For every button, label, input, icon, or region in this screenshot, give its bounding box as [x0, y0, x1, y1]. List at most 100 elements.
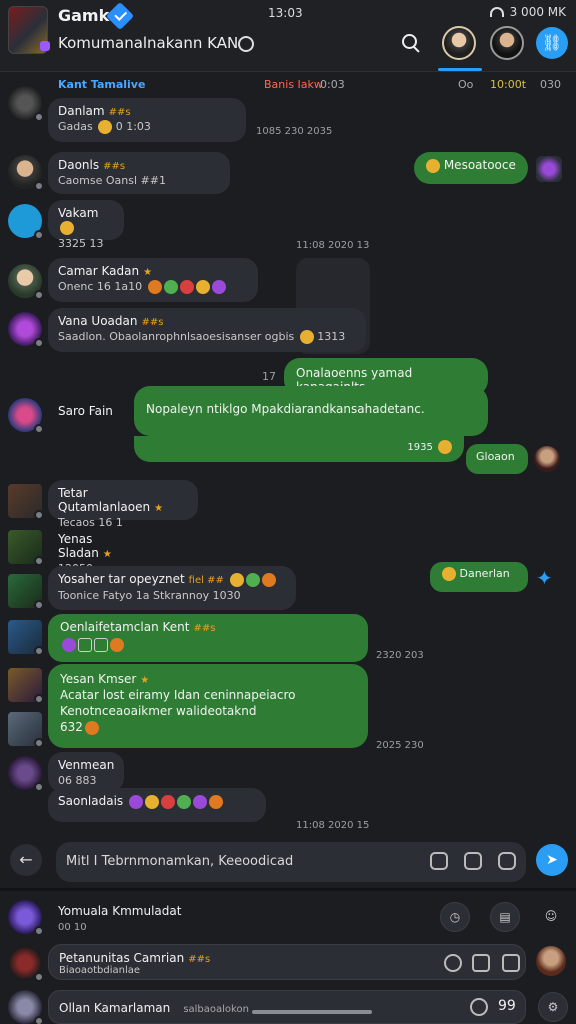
message-bubble[interactable]: Daonls ##s Caomse Oansl ##1	[48, 152, 230, 194]
link-icon[interactable]: ⛓	[536, 27, 568, 59]
outgoing-bubble[interactable]: Danerlan	[430, 562, 528, 592]
avatar[interactable]	[8, 312, 44, 348]
message-icon[interactable]	[472, 954, 490, 972]
avatar[interactable]	[8, 484, 44, 520]
outgoing-bubble[interactable]: Gloaon	[466, 444, 528, 474]
avatar[interactable]	[8, 712, 44, 748]
emoji-icon	[261, 572, 276, 587]
verified-badge-icon	[105, 1, 135, 31]
back-arrow-icon[interactable]: ←	[10, 844, 42, 876]
emoji-icon	[209, 794, 223, 809]
chat-title[interactable]: Komumanalnakann KAN	[58, 34, 238, 52]
emoji-icon	[438, 440, 452, 454]
message-bubble[interactable]: Vana Uoadan ##s Saadlon. Obaolanrophnlsao…	[48, 308, 366, 352]
sticker-icon[interactable]	[536, 156, 562, 182]
message-number: 0	[115, 120, 123, 133]
settings-icon[interactable]: ⚙	[538, 992, 568, 1022]
message-text: Nopaleyn ntiklgo Mpakdiarandkansahadetan…	[146, 402, 425, 416]
message-bubble[interactable]: Danlam ##s Gadas 0 1:03	[48, 98, 246, 142]
emoji-icon	[442, 567, 456, 581]
emoji-icon	[426, 158, 440, 173]
channel-info-strip: Kant Tamalive Banis Iakw 0:03 Oo 10:00t …	[0, 78, 576, 96]
wifi-icon	[489, 7, 504, 17]
search-icon[interactable]	[402, 34, 420, 52]
divider	[0, 888, 576, 891]
strip-stat: Oo	[458, 78, 474, 91]
emoji-icon	[211, 280, 226, 294]
message-text: Acatar lost eiramy Idan ceninnapeiacro	[60, 688, 296, 702]
unread-count: 99	[498, 998, 516, 1014]
emoji-icon	[145, 794, 159, 809]
emoji-button-icon[interactable]: ☺	[536, 902, 566, 932]
emoji-icon	[62, 637, 76, 652]
sender-name: Vana Uoadan	[58, 314, 138, 328]
message-text: Saadlon. Obaolanrophnlsaoesisanser ogbis	[58, 330, 295, 343]
message-text: Gadas	[58, 120, 93, 133]
conversation-row[interactable]: Ollan Kamarlaman salbaoalokon	[48, 990, 526, 1024]
message-bubble[interactable]: Venmean 06 883	[48, 752, 124, 792]
sender-name: Yenas Sladan	[58, 532, 99, 560]
chat-header: Gamk 13:03 3 000 MK Komumanalnakann KAN …	[0, 0, 576, 72]
conversation-title: Petanunitas Camrian	[59, 951, 185, 965]
avatar[interactable]	[536, 946, 566, 976]
outgoing-bubble[interactable]: Yesan Kmser ★ Acatar lost eiramy Idan cen…	[48, 664, 368, 748]
avatar[interactable]	[8, 946, 44, 982]
avatar[interactable]	[8, 398, 44, 434]
emoji-icon	[193, 794, 207, 809]
sender-name: Oenlaifetamclan Kent	[60, 620, 190, 634]
outgoing-bubble[interactable]: Oenlaifetamclan Kent ##s	[48, 614, 368, 662]
emoji-icon	[195, 280, 210, 294]
avatar[interactable]	[8, 204, 44, 240]
info-icon[interactable]	[238, 36, 254, 52]
reply-icon[interactable]	[470, 998, 488, 1016]
timer-icon[interactable]: ◷	[440, 902, 470, 932]
member-avatar[interactable]	[442, 26, 476, 60]
status-bar-indicators: 3 000 MK	[489, 5, 566, 19]
timestamp: 11:08 2020 13	[296, 240, 370, 251]
conversation-title[interactable]: Yomuala Kmmuladat	[58, 904, 181, 918]
message-bubble[interactable]: Camar Kadan ★ Onenc 16 1a10	[48, 258, 258, 302]
add-icon[interactable]	[464, 852, 482, 870]
outgoing-bubble[interactable]: Mesoatooce	[414, 152, 528, 184]
channel-name[interactable]: Kant Tamalive	[58, 78, 145, 91]
timestamp: 1085 230 2035	[256, 126, 333, 137]
send-icon[interactable]: ➤	[536, 844, 568, 876]
attach-icon[interactable]	[430, 852, 448, 870]
outgoing-bubble[interactable]: Nopaleyn ntiklgo Mpakdiarandkansahadetan…	[134, 386, 488, 436]
message-bubble[interactable]: Tetar Qutamlanlaoen ★ Tecaos 16 1	[48, 480, 198, 529]
clipboard-icon[interactable]: ▤	[490, 902, 520, 932]
avatar[interactable]	[534, 446, 560, 472]
avatar[interactable]	[8, 620, 44, 656]
emoji-icon	[60, 220, 74, 235]
avatar[interactable]	[8, 155, 44, 191]
info-icon[interactable]	[444, 954, 462, 972]
avatar[interactable]	[8, 668, 44, 704]
avatar[interactable]	[8, 530, 44, 566]
outgoing-bubble-footer: 1935	[134, 436, 464, 462]
message-bubble[interactable]: Yosaher tar opeyznet fiel ## Toonice Faty…	[48, 566, 296, 610]
strip-stat: 030	[540, 78, 561, 91]
member-avatar[interactable]	[490, 26, 524, 60]
message-input-text[interactable]: Mitl I Tebrnmonamkan, Keeoodicad	[66, 854, 293, 869]
emoji-icon	[147, 280, 162, 294]
app-logo-icon[interactable]	[8, 6, 50, 54]
message-number: 1313	[317, 330, 346, 343]
avatar[interactable]	[8, 86, 44, 122]
camera-icon[interactable]	[498, 852, 516, 870]
message-number: 632	[60, 720, 83, 734]
timestamp: 2320 203	[376, 650, 424, 661]
avatar[interactable]	[8, 990, 44, 1024]
role-tag: ★	[140, 675, 150, 686]
avatar[interactable]	[8, 574, 44, 610]
sticker-icon[interactable]: ✦	[536, 566, 562, 592]
sender-name: Vakam	[58, 206, 99, 220]
avatar[interactable]	[8, 756, 44, 792]
role-tag: ##s	[193, 623, 216, 634]
avatar[interactable]	[8, 264, 44, 300]
message-bubble[interactable]: Yenas Sladan★ 12050	[48, 526, 152, 575]
message-bubble[interactable]: Vakam 3325 13	[48, 200, 124, 250]
message-text: Danerlan	[459, 567, 510, 580]
window-icon[interactable]	[502, 954, 520, 972]
message-bubble[interactable]: Saonladais	[48, 788, 266, 822]
avatar[interactable]	[8, 900, 44, 936]
